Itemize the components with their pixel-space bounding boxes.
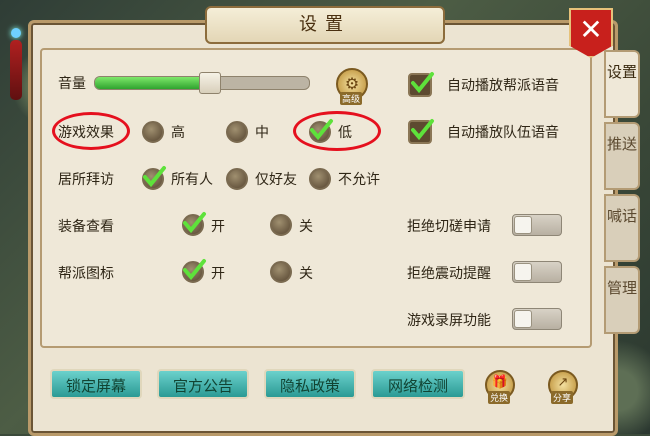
check-icon (411, 72, 434, 94)
share-caption: 分享 (551, 391, 574, 404)
guild-icon-label: 帮派图标 (58, 266, 114, 282)
share-icon: ↗ (557, 375, 569, 390)
equip-view-off-label: 关 (299, 219, 313, 235)
volume-slider-thumb[interactable] (199, 72, 221, 94)
refuse-vibration-label: 拒绝震动提醒 (407, 266, 491, 282)
tab-settings[interactable]: 设置 (604, 50, 640, 118)
privacy-policy-button[interactable]: 隐私政策 (264, 369, 356, 399)
lock-screen-button[interactable]: 锁定屏幕 (50, 369, 142, 399)
guild-icon-on-radio[interactable] (182, 259, 206, 283)
tab-push[interactable]: 推送 (604, 122, 640, 190)
gear-icon: ⚙ (344, 74, 360, 93)
announcement-button[interactable]: 官方公告 (157, 369, 249, 399)
equip-view-on-label: 开 (211, 219, 225, 235)
tab-label: 设置 (606, 63, 637, 81)
game-effect-high-radio[interactable] (142, 121, 164, 143)
game-effect-medium-label: 中 (255, 125, 269, 141)
equip-view-label: 装备查看 (58, 219, 114, 235)
game-effect-low-radio[interactable] (309, 119, 333, 143)
redeem-caption: 兑换 (488, 391, 511, 404)
visit-everyone-label: 所有人 (171, 172, 213, 188)
lantern-bead (11, 28, 21, 38)
volume-fill (95, 77, 213, 89)
auto-play-guild-voice-label: 自动播放帮派语音 (447, 78, 559, 94)
check-icon (183, 259, 206, 281)
check-icon (310, 119, 333, 141)
visit-friends-label: 仅好友 (255, 172, 297, 188)
annotation-circle (293, 111, 381, 151)
volume-label: 音量 (58, 76, 86, 92)
refuse-vibration-toggle[interactable] (512, 261, 562, 283)
visit-none-label: 不允许 (338, 172, 380, 188)
auto-play-guild-voice-checkbox[interactable] (408, 72, 434, 97)
window-title: 设置 (205, 6, 445, 44)
game-effect-label: 游戏效果 (58, 125, 114, 141)
visit-none-radio[interactable] (309, 168, 331, 190)
guild-icon-off-label: 关 (299, 266, 313, 282)
toggle-knob (514, 310, 532, 328)
gift-icon: 🎁 (491, 375, 509, 390)
home-visit-label: 居所拜访 (58, 172, 114, 188)
toggle-knob (514, 263, 532, 281)
close-icon: ✕ (579, 13, 603, 46)
game-effect-high-label: 高 (171, 125, 185, 141)
equip-view-off-radio[interactable] (270, 214, 292, 236)
game-effect-low-label: 低 (338, 125, 352, 141)
visit-everyone-radio[interactable] (142, 166, 166, 190)
tab-manage[interactable]: 管理 (604, 266, 640, 334)
check-icon (411, 119, 434, 141)
lantern-decoration (10, 40, 22, 100)
guild-icon-on-label: 开 (211, 266, 225, 282)
check-icon (143, 166, 166, 188)
visit-friends-radio[interactable] (226, 168, 248, 190)
screen-record-label: 游戏录屏功能 (407, 313, 491, 329)
game-effect-medium-radio[interactable] (226, 121, 248, 143)
refuse-duel-label: 拒绝切磋申请 (407, 219, 491, 235)
refuse-duel-toggle[interactable] (512, 214, 562, 236)
tab-label: 喊话 (606, 207, 637, 225)
auto-play-team-voice-checkbox[interactable] (408, 119, 434, 144)
equip-view-on-radio[interactable] (182, 212, 206, 236)
screen-record-toggle[interactable] (512, 308, 562, 330)
network-check-button[interactable]: 网络检测 (371, 369, 465, 399)
tab-shout[interactable]: 喊话 (604, 194, 640, 262)
advanced-quality-caption: 高级 (340, 92, 363, 105)
tab-label: 推送 (606, 135, 637, 153)
toggle-knob (514, 216, 532, 234)
tab-label: 管理 (606, 279, 637, 297)
check-icon (183, 212, 206, 234)
guild-icon-off-radio[interactable] (270, 261, 292, 283)
auto-play-team-voice-label: 自动播放队伍语音 (447, 125, 559, 141)
